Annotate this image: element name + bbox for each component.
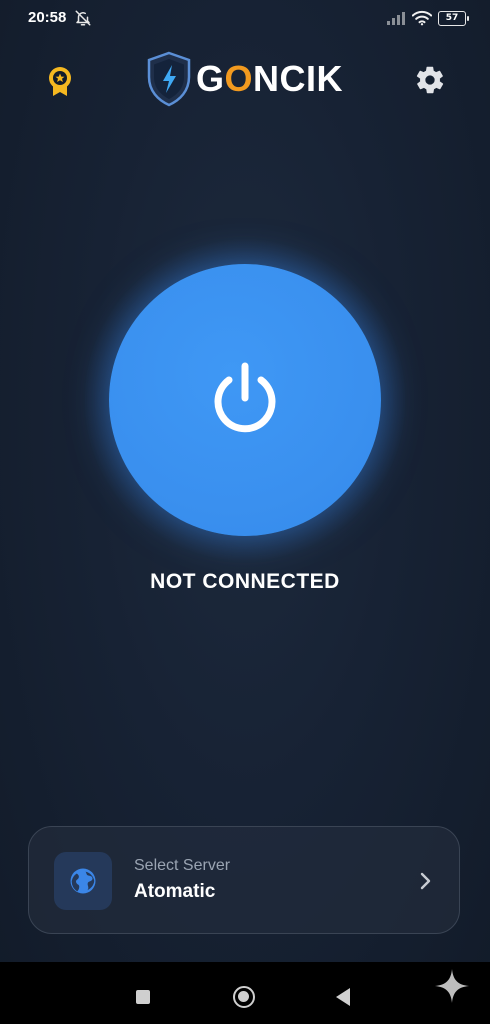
selected-server-name: Atomatic	[134, 881, 216, 902]
system-nav-bar	[0, 962, 490, 1024]
gear-icon[interactable]	[414, 64, 446, 96]
status-icons: 57	[386, 9, 469, 27]
sparkle-icon[interactable]	[434, 968, 470, 1004]
app-screen: 20:58 57 GONCIK NOT CONNECTED Select Ser…	[0, 0, 490, 1024]
brand-suffix: NCIK	[253, 58, 344, 99]
wifi-icon	[412, 10, 432, 26]
brand-o: O	[224, 58, 254, 99]
connection-status: NOT CONNECTED	[150, 570, 340, 593]
brand-logo: GONCIK	[145, 50, 343, 108]
status-bar: 20:58 57	[0, 0, 490, 34]
status-time: 20:58	[28, 9, 67, 26]
chevron-right-icon	[420, 872, 431, 890]
recent-apps-button[interactable]	[136, 990, 150, 1004]
home-button[interactable]	[233, 986, 255, 1008]
globe-icon	[70, 868, 96, 894]
brand-prefix: G	[196, 58, 225, 99]
award-badge-icon[interactable]	[44, 64, 76, 98]
select-server-label: Select Server	[134, 857, 231, 874]
back-button[interactable]	[336, 988, 350, 1006]
server-icon-box	[54, 852, 112, 910]
app-header: GONCIK	[0, 48, 490, 108]
signal-icon	[387, 12, 405, 25]
power-icon	[214, 362, 276, 433]
shield-bolt-icon	[147, 51, 191, 107]
bell-off-icon	[75, 10, 91, 26]
brand-name: GONCIK	[196, 58, 343, 100]
battery-icon: 57	[438, 10, 469, 26]
connect-power-button[interactable]	[109, 264, 381, 536]
select-server-card[interactable]: Select Server Atomatic	[28, 826, 460, 934]
